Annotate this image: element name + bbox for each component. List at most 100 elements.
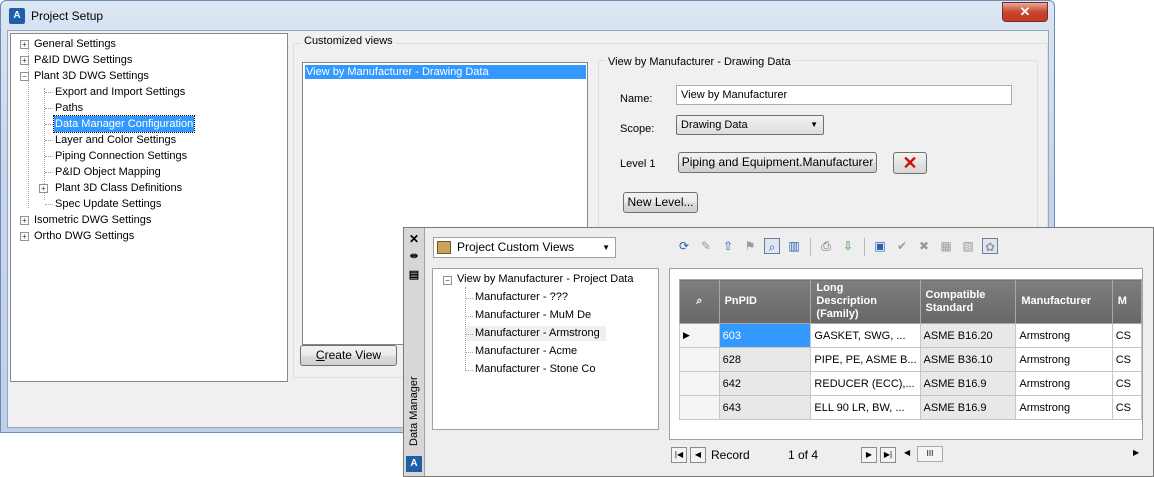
data-grid[interactable]: ⌕ PnPID Long Description (Family) Compat… xyxy=(669,268,1143,440)
row-selector[interactable] xyxy=(679,347,720,372)
tree-item-plant-3d-class-definitions[interactable]: + Plant 3D Class Definitions xyxy=(11,180,281,196)
cell-pnpid[interactable]: 642 xyxy=(718,371,812,396)
column-header-long-description[interactable]: Long Description (Family) xyxy=(810,279,921,324)
title-bar[interactable]: A Project Setup ✕ xyxy=(1,1,1054,31)
tree-item-general-settings[interactable]: + General Settings xyxy=(11,36,281,52)
tree-item-label: P&ID DWG Settings xyxy=(34,54,133,66)
tree-item-paths[interactable]: Paths xyxy=(11,100,281,116)
cell-pnpid[interactable]: 603 xyxy=(718,323,812,348)
refresh-icon[interactable]: ⟳ xyxy=(676,238,692,254)
unlock-icon[interactable]: ▧ xyxy=(960,238,976,254)
data-manager-toolbar: ⟳ ✎ ⇧ ⚑ ⌕ ▥ ⎙ ⇩ ▣ ✔ ✖ ▦ ▧ ✿ xyxy=(670,236,1050,258)
next-record-icon[interactable]: ▶ xyxy=(861,447,877,463)
column-header-material[interactable]: M xyxy=(1111,279,1142,324)
tree-item-spec-update-settings[interactable]: Spec Update Settings xyxy=(11,196,281,212)
expand-icon[interactable]: + xyxy=(20,40,29,49)
tree-item-data-manager-configuration[interactable]: Data Manager Configuration xyxy=(11,115,281,133)
cell-manufacturer[interactable]: Armstrong xyxy=(1015,371,1113,396)
autocad-app-icon: A xyxy=(9,8,25,24)
tree-item-pid-object-mapping[interactable]: P&ID Object Mapping xyxy=(11,164,281,180)
cell-manufacturer[interactable]: Armstrong xyxy=(1015,323,1113,348)
close-icon[interactable]: ✕ xyxy=(407,232,421,246)
cell-standard[interactable]: ASME B16.20 xyxy=(919,323,1017,348)
properties-icon[interactable]: ▤ xyxy=(407,268,421,282)
tree-item-piping-connection-settings[interactable]: Piping Connection Settings xyxy=(11,148,281,164)
zoom-icon[interactable]: ⌕ xyxy=(764,238,780,254)
cell-material[interactable]: CS xyxy=(1111,323,1142,348)
custom-view-tree[interactable]: − View by Manufacturer - Project Data Ma… xyxy=(432,268,659,430)
scroll-right-icon[interactable]: ▶ xyxy=(1133,448,1139,457)
cell-pnpid[interactable]: 643 xyxy=(718,395,812,420)
settings-icon[interactable]: ✿ xyxy=(982,238,998,254)
tree-connector xyxy=(466,370,473,371)
row-selector-icon[interactable]: ▶ xyxy=(679,323,720,348)
cell-material[interactable]: CS xyxy=(1111,371,1142,396)
collapse-icon[interactable]: − xyxy=(20,72,29,81)
name-field[interactable]: View by Manufacturer xyxy=(676,85,1012,105)
last-record-icon[interactable]: ▶| xyxy=(880,447,896,463)
column-header-manufacturer[interactable]: Manufacturer xyxy=(1015,279,1113,324)
cell-description[interactable]: GASKET, SWG, ... xyxy=(810,323,921,348)
print-icon[interactable]: ⎙ xyxy=(818,238,834,254)
zoom-to-icon[interactable]: ✎ xyxy=(698,238,714,254)
cell-standard[interactable]: ASME B16.9 xyxy=(919,395,1017,420)
tree-connector xyxy=(45,172,53,173)
first-record-icon[interactable]: |◀ xyxy=(671,447,687,463)
row-selector[interactable] xyxy=(679,395,720,420)
expand-icon[interactable]: + xyxy=(20,232,29,241)
column-icon[interactable]: ▥ xyxy=(786,238,802,254)
auto-hide-icon[interactable]: ⇹ xyxy=(407,250,421,264)
list-item[interactable]: View by Manufacturer - Drawing Data xyxy=(305,65,586,79)
tree-item-pid-dwg-settings[interactable]: + P&ID DWG Settings xyxy=(11,52,281,68)
cell-standard[interactable]: ASME B16.9 xyxy=(919,371,1017,396)
table-row[interactable]: 643 ELL 90 LR, BW, ... ASME B16.9 Armstr… xyxy=(679,395,1142,420)
create-view-button[interactable]: Create View xyxy=(300,345,397,366)
previous-record-icon[interactable]: ◀ xyxy=(690,447,706,463)
remove-level-icon[interactable]: ✕ xyxy=(893,152,927,174)
expand-icon[interactable]: + xyxy=(20,56,29,65)
column-header-compatible-standard[interactable]: Compatible Standard xyxy=(919,279,1017,324)
tree-item-plant-3d-dwg-settings[interactable]: − Plant 3D DWG Settings xyxy=(11,68,281,84)
tree-item-ortho-dwg-settings[interactable]: + Ortho DWG Settings xyxy=(11,228,281,244)
settings-tree[interactable]: + General Settings + P&ID DWG Settings −… xyxy=(10,33,288,382)
window-title: Project Setup xyxy=(31,9,104,23)
scroll-left-icon[interactable]: ◀ xyxy=(904,448,910,457)
filter-icon[interactable]: ⚑ xyxy=(742,238,758,254)
scope-dropdown[interactable]: Drawing Data ▼ xyxy=(676,115,824,135)
cell-description[interactable]: REDUCER (ECC),... xyxy=(810,371,921,396)
tree-connector xyxy=(45,92,53,93)
cell-pnpid[interactable]: 628 xyxy=(718,347,812,372)
accelerator-key: C xyxy=(315,348,325,362)
export-icon[interactable]: ⇧ xyxy=(720,238,736,254)
cell-material[interactable]: CS xyxy=(1111,347,1142,372)
tree-item-isometric-dwg-settings[interactable]: + Isometric DWG Settings xyxy=(11,212,281,228)
close-button[interactable]: ✕ xyxy=(1002,2,1048,22)
lock-icon[interactable]: ▦ xyxy=(938,238,954,254)
cell-material[interactable]: CS xyxy=(1111,395,1142,420)
accept-icon[interactable]: ✔ xyxy=(894,238,910,254)
level-1-field-button[interactable]: Piping and Equipment.Manufacturer xyxy=(678,152,877,173)
tree-node-manufacturer-selected[interactable]: Manufacturer - Armstrong xyxy=(466,326,606,341)
table-row[interactable]: ▶ 603 GASKET, SWG, ... ASME B16.20 Armst… xyxy=(679,323,1142,348)
edit-icon[interactable]: ▣ xyxy=(872,238,888,254)
tree-item-layer-color-settings[interactable]: Layer and Color Settings xyxy=(11,132,281,148)
column-header-pnpid[interactable]: PnPID xyxy=(718,279,812,324)
new-level-button[interactable]: New Level... xyxy=(623,192,698,213)
view-selector-dropdown[interactable]: Project Custom Views ▼ xyxy=(433,237,616,258)
expand-icon[interactable]: + xyxy=(39,184,48,193)
cell-manufacturer[interactable]: Armstrong xyxy=(1015,347,1113,372)
cell-manufacturer[interactable]: Armstrong xyxy=(1015,395,1113,420)
expand-icon[interactable]: + xyxy=(20,216,29,225)
cell-standard[interactable]: ASME B36.10 xyxy=(919,347,1017,372)
import-icon[interactable]: ⇩ xyxy=(840,238,856,254)
table-row[interactable]: 628 PIPE, PE, ASME B... ASME B36.10 Arms… xyxy=(679,347,1142,372)
cell-description[interactable]: ELL 90 LR, BW, ... xyxy=(810,395,921,420)
cell-description[interactable]: PIPE, PE, ASME B... xyxy=(810,347,921,372)
row-selector[interactable] xyxy=(679,371,720,396)
table-row[interactable]: 642 REDUCER (ECC),... ASME B16.9 Armstro… xyxy=(679,371,1142,396)
horizontal-scroll-thumb[interactable]: III xyxy=(917,446,943,462)
collapse-icon[interactable]: − xyxy=(443,276,452,285)
search-icon[interactable]: ⌕ xyxy=(679,279,720,324)
tree-item-export-import-settings[interactable]: Export and Import Settings xyxy=(11,84,281,100)
reject-icon[interactable]: ✖ xyxy=(916,238,932,254)
